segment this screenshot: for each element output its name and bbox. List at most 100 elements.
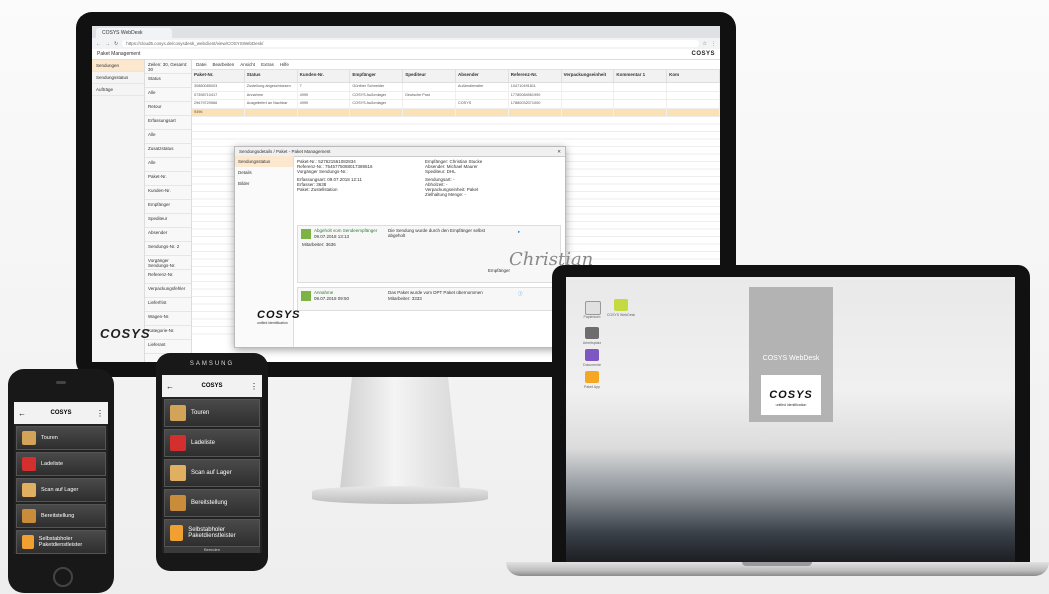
- reload-icon[interactable]: ↻: [114, 41, 118, 47]
- menu-ansicht[interactable]: Ansicht: [240, 62, 255, 67]
- cell: [562, 83, 615, 91]
- filter-label: Lieferfrist: [145, 298, 191, 312]
- dialog-logo-text: COSYS: [257, 309, 301, 321]
- info-icon[interactable]: ⓘ: [518, 291, 523, 297]
- cell: [403, 100, 456, 108]
- menu-ladeliste[interactable]: Ladeliste: [16, 452, 106, 476]
- menu-scan-auf-lager[interactable]: Scan auf Lager: [164, 459, 260, 487]
- laptop: Papierkorb COSYS WebDesk Arbeitsplatz Do…: [552, 265, 1030, 562]
- check-icon: [301, 291, 311, 301]
- back-icon[interactable]: ←: [166, 382, 174, 391]
- box-icon: [170, 465, 186, 481]
- grid-header: Paket-Nr. Status Kunden-Nr. Empfänger Sp…: [192, 70, 720, 83]
- desktop-label: Papierkorb: [583, 315, 601, 319]
- menu-ladeliste[interactable]: Ladeliste: [164, 429, 260, 457]
- table-row-selected[interactable]: 9396: [192, 108, 720, 117]
- close-icon[interactable]: ✕: [557, 149, 561, 155]
- menu-label: Touren: [41, 435, 58, 441]
- filter-select[interactable]: Alle: [145, 88, 191, 102]
- field: Paket: Zustellstation: [297, 187, 338, 192]
- nav-item-sendungen[interactable]: Sendungen: [92, 60, 144, 72]
- column-header[interactable]: Verpackungseinheit: [562, 70, 615, 82]
- menu-selbstabholer[interactable]: Selbstabholer Paketdienstleister: [16, 530, 106, 554]
- recycle-bin-icon[interactable]: [585, 301, 601, 315]
- star-icon[interactable]: ☆: [703, 41, 707, 47]
- cell: 7: [298, 83, 351, 91]
- menu-label: Ladeliste: [41, 461, 64, 467]
- menu-selbstabholer[interactable]: Selbstabholer Paketdienstleister: [164, 519, 260, 547]
- cell: COSYS Außenlager: [350, 100, 404, 108]
- filter-header: Zeilen: 30, Gesamt: 30: [145, 60, 191, 74]
- url-field[interactable]: https://cloud5.cosys.de/cosysdesk_webcli…: [122, 40, 699, 47]
- exit-button[interactable]: Beenden: [164, 547, 260, 553]
- cell: [403, 83, 456, 91]
- back-icon[interactable]: ←: [96, 41, 101, 47]
- filter-label: Zusatzstatus: [145, 144, 191, 158]
- cell: 17880032071000: [509, 100, 562, 108]
- dialog-tab-sendungsstatus[interactable]: Sendungsstatus: [235, 156, 293, 167]
- menu-datei[interactable]: Datei: [196, 62, 207, 67]
- documents-icon[interactable]: [585, 349, 599, 361]
- table-row[interactable]: 07398710417 Annahme 4999 COSYS Außenlage…: [192, 91, 720, 100]
- filter-select[interactable]: Alle: [145, 130, 191, 144]
- filter-label: Retour: [145, 102, 191, 116]
- table-row[interactable]: 30880085003 Zustellung abgeschlossen 7 G…: [192, 83, 720, 92]
- app-titlebar: Paket Management COSYS: [92, 49, 720, 60]
- column-header[interactable]: Empfänger: [350, 70, 404, 82]
- column-header[interactable]: Absender: [456, 70, 509, 82]
- column-header[interactable]: Kom: [667, 70, 720, 82]
- nav-item-sendungsstatus[interactable]: Sendungsstatus: [92, 72, 144, 84]
- event-time: 09.07.2018 13:13: [314, 234, 350, 239]
- menu-touren[interactable]: Touren: [16, 426, 106, 450]
- field: Zielhaltung Menge: -: [425, 192, 467, 197]
- dialog-side-bilder[interactable]: Bilder: [235, 178, 293, 189]
- menu-icon[interactable]: ⋮: [96, 409, 104, 418]
- computer-icon[interactable]: [585, 327, 599, 339]
- column-header[interactable]: Spediteur: [403, 70, 456, 82]
- menu-label: Scan auf Lager: [191, 470, 232, 476]
- navigation: Sendungen Sendungsstatus Aufträge: [92, 60, 145, 362]
- cell: [456, 108, 509, 116]
- dialog-side-details[interactable]: Details: [235, 167, 293, 178]
- column-header[interactable]: Kunden-Nr.: [298, 70, 351, 82]
- shipment-details-dialog: Sendungsdetails / Paket - Paket Manageme…: [234, 146, 593, 348]
- menu-scan-auf-lager[interactable]: Scan auf Lager: [16, 478, 106, 502]
- package-app-icon[interactable]: [585, 371, 599, 383]
- column-header[interactable]: Kommentar 1: [614, 70, 668, 82]
- column-header[interactable]: Referenz-Nr.: [509, 70, 562, 82]
- cosys-app-icon[interactable]: [614, 299, 628, 311]
- cell: [562, 108, 615, 116]
- filter-label: Referenz-Nr.: [145, 270, 191, 284]
- cell: [350, 108, 404, 116]
- event-note: Die Sendung wurde durch den Empfänger se…: [388, 228, 486, 238]
- cell: [614, 100, 668, 108]
- check-icon: [301, 229, 311, 239]
- column-header[interactable]: Paket-Nr.: [192, 70, 245, 82]
- home-button[interactable]: [53, 567, 73, 587]
- menu-bereitstellung[interactable]: Bereitstellung: [16, 504, 106, 528]
- menu-extras[interactable]: Extras: [261, 62, 274, 67]
- menu-hilfe[interactable]: Hilfe: [280, 62, 289, 67]
- nav-item-auftraege[interactable]: Aufträge: [92, 84, 144, 96]
- menu-icon[interactable]: ⋮: [250, 382, 258, 391]
- filter-label: Lieferant: [145, 340, 191, 354]
- cell: Annahme: [245, 91, 298, 99]
- browser-tab[interactable]: COSYS WebDesk: [96, 28, 172, 38]
- menu-touren[interactable]: Touren: [164, 399, 260, 427]
- menu-bereitstellung[interactable]: Bereitstellung: [164, 489, 260, 517]
- cell: [509, 108, 562, 116]
- table-row[interactable]: 29679720566 Ausgeliefert an Nachbar 4999…: [192, 100, 720, 109]
- desktop-label: Arbeitsplatz: [582, 341, 602, 345]
- filter-label: Absender: [145, 228, 191, 242]
- back-icon[interactable]: ←: [18, 409, 26, 418]
- cell: [245, 108, 298, 116]
- menu-icon[interactable]: ⋮: [711, 41, 716, 47]
- filter-select[interactable]: Alle: [145, 158, 191, 172]
- menu-bearbeiten[interactable]: Bearbeiten: [213, 62, 235, 67]
- column-header[interactable]: Status: [245, 70, 298, 82]
- signature-button[interactable]: ▸: [518, 229, 520, 235]
- forward-icon[interactable]: →: [105, 41, 110, 47]
- boxes-icon: [22, 431, 36, 445]
- samsung-brand: SAMSUNG: [189, 361, 235, 367]
- app-header: ← COSYS ⋮: [14, 402, 108, 424]
